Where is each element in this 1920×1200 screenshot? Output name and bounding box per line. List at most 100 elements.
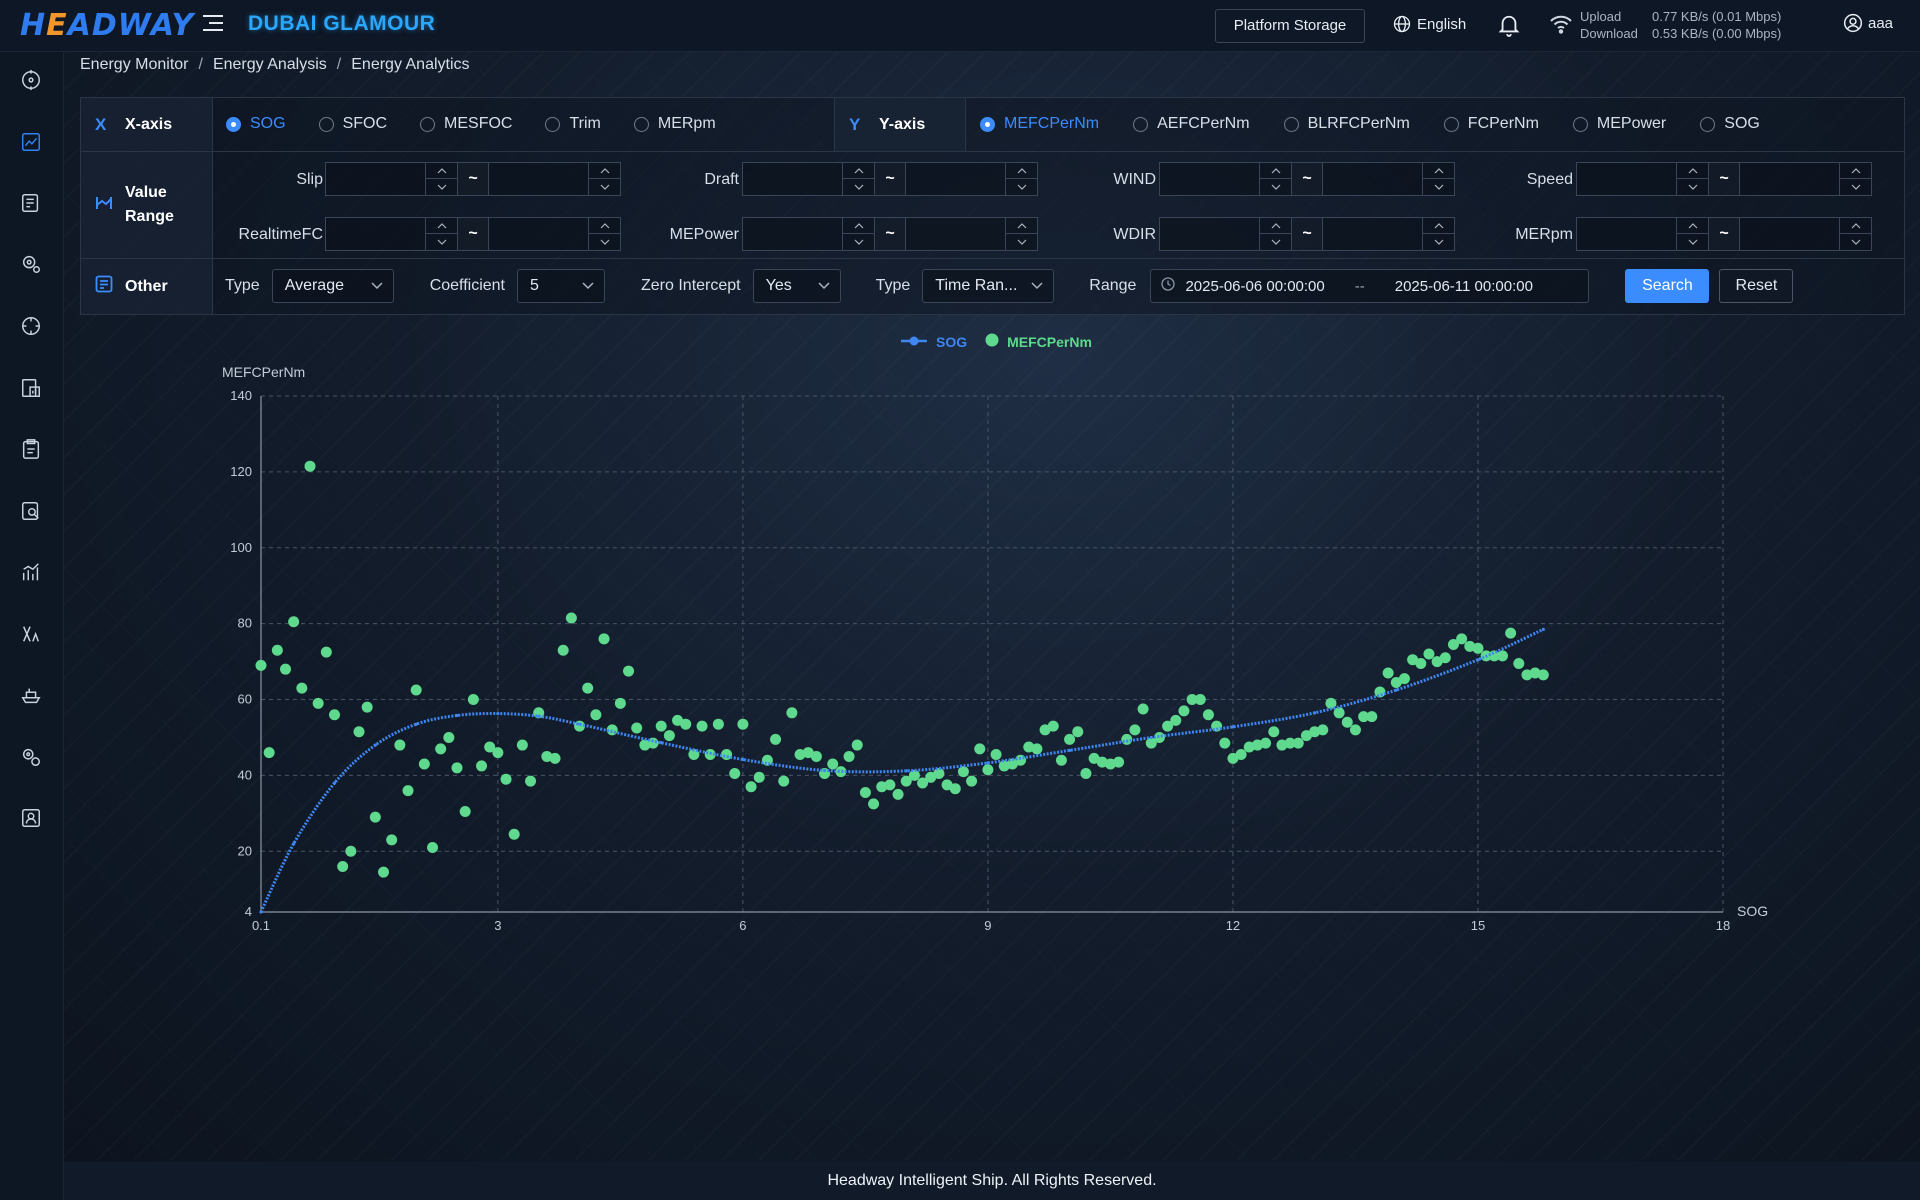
scatter-point[interactable] [1202, 709, 1214, 721]
scatter-point[interactable] [459, 805, 471, 817]
realtimefc-min-input[interactable] [325, 217, 458, 251]
scatter-point[interactable] [329, 709, 341, 721]
mepower-max-input[interactable] [905, 217, 1038, 251]
range-type-select[interactable]: Time Ran... [922, 269, 1055, 303]
chevron-down-icon[interactable] [1840, 179, 1871, 195]
zero-intercept-select[interactable]: Yes [752, 269, 841, 303]
scatter-point[interactable] [451, 762, 463, 774]
chevron-up-icon[interactable] [1677, 218, 1708, 234]
scatter-point[interactable] [1472, 642, 1484, 654]
platform-storage-button[interactable]: Platform Storage [1215, 9, 1365, 43]
chevron-up-icon[interactable] [589, 163, 620, 179]
scatter-point[interactable] [369, 811, 381, 823]
chevron-up-icon[interactable] [1006, 163, 1037, 179]
scatter-point[interactable] [614, 697, 626, 709]
scatter-point[interactable] [1080, 768, 1092, 780]
scatter-point[interactable] [1178, 705, 1190, 717]
scatter-point[interactable] [974, 743, 986, 755]
y-option-aefcpernm[interactable]: AEFCPerNm [1133, 115, 1250, 133]
y-option-mefcpernm[interactable]: MEFCPerNm [980, 115, 1099, 133]
y-option-fcpernm[interactable]: FCPerNm [1443, 115, 1539, 133]
chevron-up-icon[interactable] [589, 218, 620, 234]
menu-toggle-icon[interactable] [203, 15, 223, 35]
scatter-point[interactable] [1423, 648, 1435, 660]
scatter-point[interactable] [680, 718, 692, 730]
wind-min-input[interactable] [1159, 162, 1292, 196]
scatter-point[interactable] [565, 612, 577, 624]
chevron-up-icon[interactable] [843, 163, 874, 179]
scatter-point[interactable] [753, 771, 765, 783]
chevron-up-icon[interactable] [1423, 163, 1454, 179]
scatter-point[interactable] [1415, 657, 1427, 669]
draft-min-input[interactable] [742, 162, 875, 196]
scatter-point[interactable] [761, 754, 773, 766]
scatter-point[interactable] [1374, 686, 1386, 698]
range-start[interactable]: 2025-06-06 00:00:00 [1185, 278, 1324, 295]
scatter-point[interactable] [1031, 743, 1043, 755]
chevron-up-icon[interactable] [1260, 218, 1291, 234]
chevron-down-icon[interactable] [1006, 234, 1037, 250]
scatter-point[interactable] [933, 768, 945, 780]
scatter-point[interactable] [868, 798, 880, 810]
chevron-down-icon[interactable] [589, 234, 620, 250]
chevron-down-icon[interactable] [1423, 234, 1454, 250]
scatter-point[interactable] [827, 758, 839, 770]
scatter-point[interactable] [835, 766, 847, 778]
scatter-point[interactable] [1129, 724, 1141, 736]
search-button[interactable]: Search [1625, 269, 1710, 303]
scatter-point[interactable] [1260, 737, 1272, 749]
chevron-down-icon[interactable] [843, 234, 874, 250]
x-option-sog[interactable]: SOG [226, 115, 286, 133]
scatter-point[interactable] [1235, 749, 1247, 761]
scatter-point[interactable] [296, 682, 308, 694]
scatter-point[interactable] [1496, 650, 1508, 662]
wdir-min-input[interactable] [1159, 217, 1292, 251]
scatter-point[interactable] [908, 769, 920, 781]
mepower-min-input[interactable] [742, 217, 875, 251]
scatter-point[interactable] [778, 775, 790, 787]
scatter-point[interactable] [1366, 711, 1378, 723]
chevron-down-icon[interactable] [1260, 234, 1291, 250]
scatter-point[interactable] [557, 644, 569, 656]
merpm-min-input[interactable] [1576, 217, 1709, 251]
scatter-point[interactable] [492, 747, 504, 759]
scatter-point[interactable] [467, 694, 479, 706]
y-option-sog[interactable]: SOG [1700, 115, 1760, 133]
scatter-point[interactable] [1456, 633, 1468, 645]
scatter-point[interactable] [1341, 716, 1353, 728]
scatter-point[interactable] [843, 750, 855, 762]
x-option-sfoc[interactable]: SFOC [318, 115, 387, 133]
scatter-point[interactable] [655, 720, 667, 732]
breadcrumb-energy-analysis[interactable]: Energy Analysis [213, 56, 327, 74]
scatter-point[interactable] [1219, 737, 1231, 749]
chevron-down-icon[interactable] [589, 179, 620, 195]
scatter-point[interactable] [361, 701, 373, 713]
language-selector[interactable]: English [1393, 15, 1466, 33]
scatter-point[interactable] [1055, 754, 1067, 766]
scatter-point[interactable] [443, 731, 455, 743]
scatter-point[interactable] [851, 739, 863, 751]
speed-min-input[interactable] [1576, 162, 1709, 196]
range-end[interactable]: 2025-06-11 00:00:00 [1395, 278, 1533, 295]
scatter-point[interactable] [1382, 667, 1394, 679]
scatter-point[interactable] [288, 616, 300, 628]
scatter-point[interactable] [1537, 669, 1549, 681]
chevron-up-icon[interactable] [1677, 163, 1708, 179]
merpm-max-input[interactable] [1739, 217, 1872, 251]
scatter-point[interactable] [1064, 733, 1076, 745]
scatter-point[interactable] [1113, 756, 1125, 768]
scatter-point[interactable] [884, 779, 896, 791]
scatter-point[interactable] [1349, 724, 1361, 736]
chevron-up-icon[interactable] [1840, 163, 1871, 179]
scatter-point[interactable] [312, 697, 324, 709]
scatter-point[interactable] [320, 646, 332, 658]
scatter-point[interactable] [631, 722, 643, 734]
reset-button[interactable]: Reset [1719, 269, 1794, 303]
scatter-point[interactable] [859, 786, 871, 798]
scatter-point[interactable] [770, 733, 782, 745]
scatter-point[interactable] [1268, 726, 1280, 738]
scatter-point[interactable] [966, 775, 978, 787]
chevron-down-icon[interactable] [426, 179, 457, 195]
scatter-point[interactable] [255, 659, 267, 671]
scatter-point[interactable] [549, 752, 561, 764]
